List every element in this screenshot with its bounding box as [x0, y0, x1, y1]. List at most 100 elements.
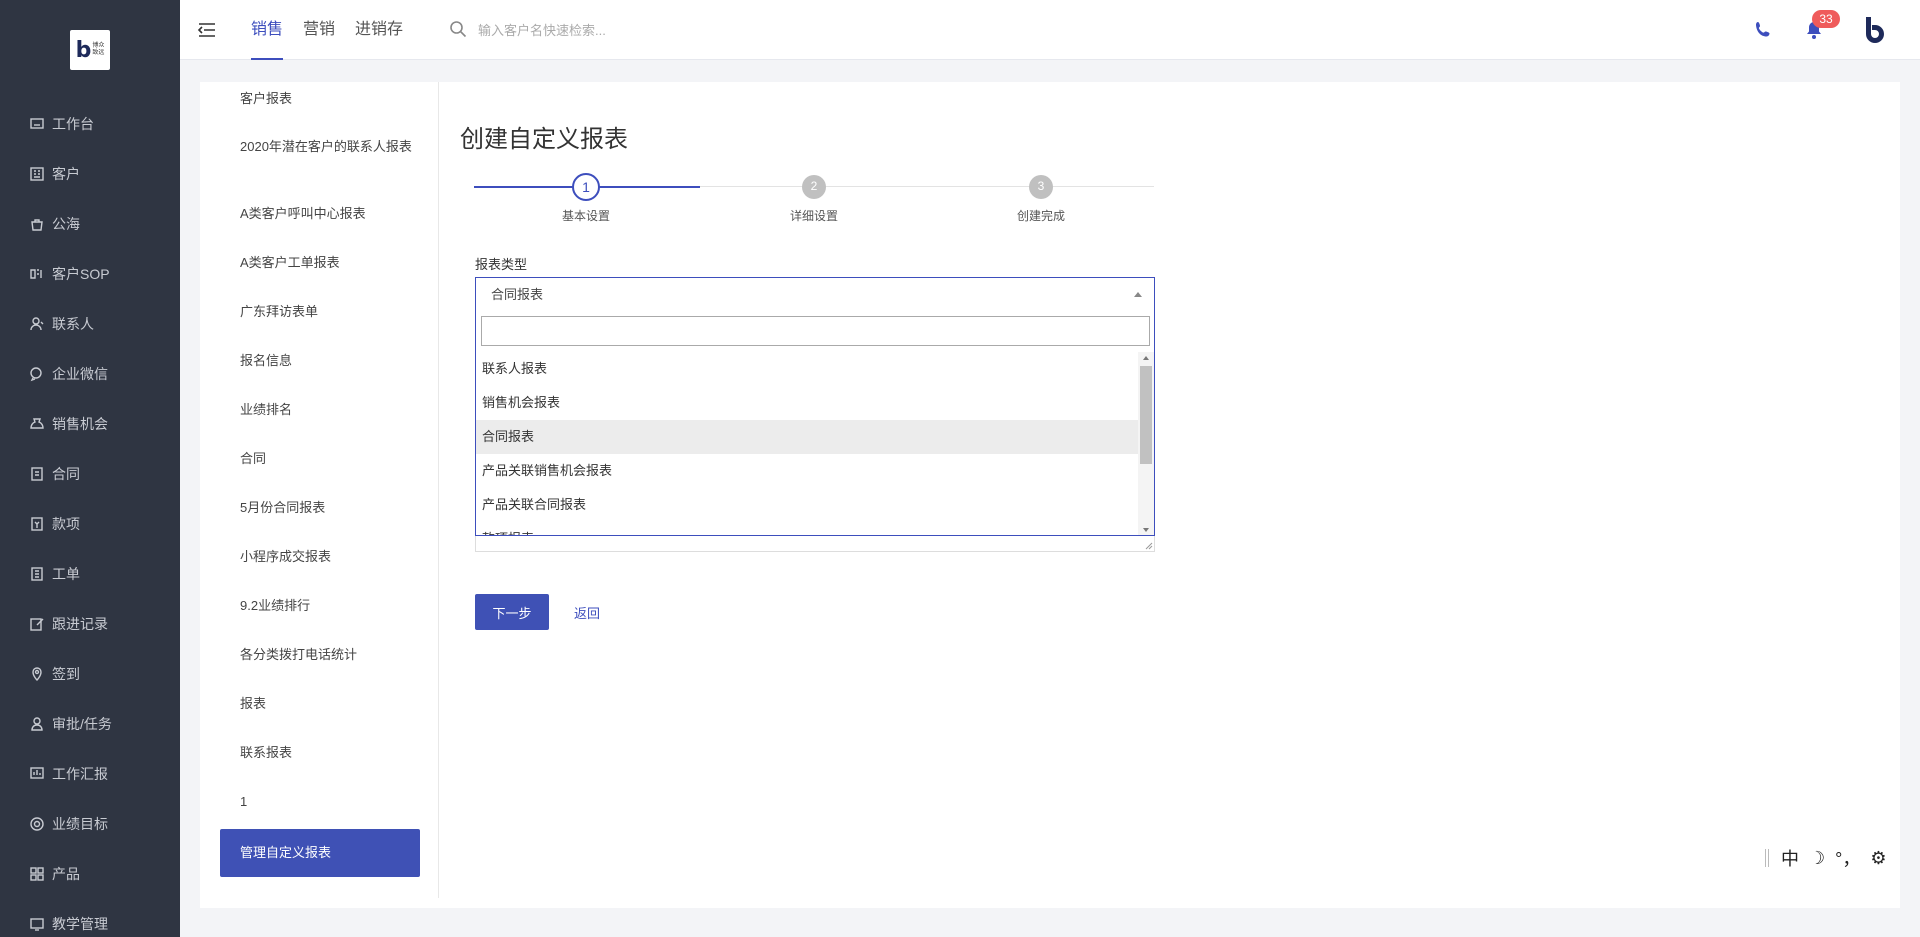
sidebar-item-7[interactable]: 合同	[28, 462, 80, 486]
sidebar-item-label: 客户	[52, 166, 80, 182]
step-1-circle: 1	[572, 173, 600, 201]
sidebar-item-label: 企业微信	[52, 366, 108, 382]
step-1-label: 基本设置	[561, 209, 610, 223]
report-list-item[interactable]: 各分类拨打电话统计	[240, 644, 420, 665]
sidebar-item-5[interactable]: 企业微信	[28, 362, 108, 386]
notification-badge: 33	[1812, 10, 1840, 28]
approval-icon	[28, 716, 46, 732]
report-list-item[interactable]: 小程序成交报表	[240, 546, 420, 567]
sidebar-item-label: 合同	[52, 466, 80, 482]
sidebar-item-6[interactable]: 销售机会	[28, 412, 108, 436]
report-type-label: 报表类型	[475, 257, 528, 272]
search-icon[interactable]	[449, 20, 467, 38]
report-list-item[interactable]: 业绩排名	[240, 399, 420, 420]
dropdown-option[interactable]: 销售机会报表	[476, 386, 1139, 420]
scroll-down-icon[interactable]	[1143, 528, 1149, 532]
sidebar-item-label: 工作台	[52, 116, 94, 132]
sop-icon	[28, 266, 46, 282]
gear-icon[interactable]: ⚙	[1870, 848, 1886, 869]
sidebar: b 博众 致远 工作台客户公海客户SOP 联系人企业微信销售机会合同款项工单跟进记录…	[0, 0, 180, 937]
sidebar-item-3[interactable]: 客户SOP	[28, 262, 110, 286]
dropdown-scrollbar[interactable]	[1138, 352, 1154, 535]
sidebar-item-14[interactable]: 业绩目标	[28, 812, 108, 836]
sidebar-item-9[interactable]: 工单	[28, 562, 80, 586]
step-2-circle: 2	[802, 175, 826, 199]
sidebar-item-label: 审批/任务	[52, 716, 112, 732]
sidebar-item-12[interactable]: 审批/任务	[28, 712, 112, 736]
report-list-item[interactable]: A类客户工单报表	[240, 252, 420, 273]
sidebar-item-1[interactable]: 客户	[28, 162, 80, 186]
step-progress: 1 2 3 基本设置 详细设置 创建完成	[474, 173, 1154, 236]
sidebar-item-13[interactable]: 工作汇报	[28, 762, 108, 786]
sidebar-item-10[interactable]: 跟进记录	[28, 612, 108, 636]
next-step-button[interactable]: 下一步	[475, 594, 549, 630]
menu-collapse-icon[interactable]	[197, 20, 217, 40]
ticket-icon	[28, 566, 46, 582]
sidebar-item-8[interactable]: 款项	[28, 512, 80, 536]
dropdown-option[interactable]: 款项报表	[476, 522, 1139, 535]
report-list-item[interactable]: 客户报表	[240, 88, 420, 109]
report-type-dropdown: 联系人报表销售机会报表合同报表产品关联销售机会报表产品关联合同报表款项报表	[475, 312, 1155, 536]
report-list-item[interactable]: 2020年潜在客户的联系人报表	[240, 136, 420, 157]
report-type-select[interactable]: 合同报表	[475, 277, 1155, 312]
description-textarea[interactable]	[475, 536, 1155, 552]
resize-grip-icon[interactable]	[1145, 542, 1153, 550]
user-brand-icon[interactable]	[1858, 14, 1890, 46]
report-list-item[interactable]: 1	[240, 791, 420, 812]
scroll-up-icon[interactable]	[1143, 356, 1149, 360]
contract-icon	[28, 466, 46, 482]
sidebar-item-label: 工单	[52, 566, 80, 582]
sidebar-item-label: 跟进记录	[52, 616, 108, 632]
payment-icon	[28, 516, 46, 532]
report-list-item[interactable]: 合同	[240, 448, 420, 469]
dropdown-option[interactable]: 合同报表	[476, 420, 1139, 454]
ime-toolbar: 中 ☽ °， ⚙	[1765, 845, 1905, 871]
report-list-item[interactable]: 广东拜访表单	[240, 301, 420, 322]
sidebar-item-4[interactable]: 联系人	[28, 312, 94, 336]
report-list-item[interactable]: 联系报表	[240, 742, 420, 763]
report-list: 1 联系报表 报表 各分类拨打电话统计 9.2业绩排行 小程序成交报表 5月份合同报表 合同 业…	[200, 82, 439, 898]
report-list-item[interactable]: 9.2业绩排行	[240, 595, 420, 616]
sidebar-item-2[interactable]: 公海	[28, 212, 80, 236]
tab-inventory[interactable]: 进销存	[355, 0, 403, 60]
edit-icon	[28, 616, 46, 632]
phone-icon[interactable]	[1753, 20, 1773, 40]
sidebar-item-label: 销售机会	[52, 416, 108, 432]
money-bag-icon	[28, 416, 46, 432]
sidebar-item-label: 业绩目标	[52, 816, 108, 832]
sidebar-item-0[interactable]: 工作台	[28, 112, 94, 136]
page-title: 创建自定义报表	[460, 126, 628, 153]
report-type-value: 合同报表	[491, 287, 544, 302]
report-list-item[interactable]: 5月份合同报表	[240, 497, 420, 518]
moon-icon[interactable]: ☽	[1809, 848, 1825, 869]
caret-up-icon	[1134, 292, 1142, 297]
dropdown-search-input[interactable]	[481, 316, 1150, 346]
tab-marketing[interactable]: 营销	[303, 0, 335, 60]
teaching-icon	[28, 916, 46, 932]
dropdown-option[interactable]: 产品关联合同报表	[476, 488, 1139, 522]
sidebar-item-15[interactable]: 产品	[28, 862, 80, 886]
brand-logo[interactable]: b 博众 致远	[70, 30, 110, 70]
sidebar-item-16[interactable]: 教学管理	[28, 912, 108, 936]
back-link[interactable]: 返回	[574, 603, 600, 622]
target-icon	[28, 816, 46, 832]
dropdown-option[interactable]: 联系人报表	[476, 352, 1139, 386]
ime-mode-toggle[interactable]: 中	[1781, 845, 1799, 871]
building-icon	[28, 166, 46, 182]
report-list-item[interactable]: 报表	[240, 693, 420, 714]
sidebar-item-label: 联系人	[52, 316, 94, 332]
report-list-item[interactable]: 报名信息	[240, 350, 420, 371]
report-list-item[interactable]: A类客户呼叫中心报表	[240, 203, 420, 224]
monitor-icon	[28, 116, 46, 132]
customer-search-input[interactable]	[478, 18, 738, 42]
location-icon	[28, 666, 46, 682]
logo-letter: b	[75, 37, 92, 63]
sidebar-item-label: 教学管理	[52, 916, 108, 932]
dropdown-option[interactable]: 产品关联销售机会报表	[476, 454, 1139, 488]
tab-sales[interactable]: 销售	[251, 0, 284, 60]
manage-custom-reports-button[interactable]: 管理自定义报表	[220, 829, 420, 877]
sidebar-item-11[interactable]: 签到	[28, 662, 80, 686]
scrollbar-thumb[interactable]	[1140, 366, 1152, 464]
punctuation-toggle[interactable]: °，	[1835, 845, 1860, 871]
ime-drag-handle[interactable]	[1765, 849, 1769, 867]
